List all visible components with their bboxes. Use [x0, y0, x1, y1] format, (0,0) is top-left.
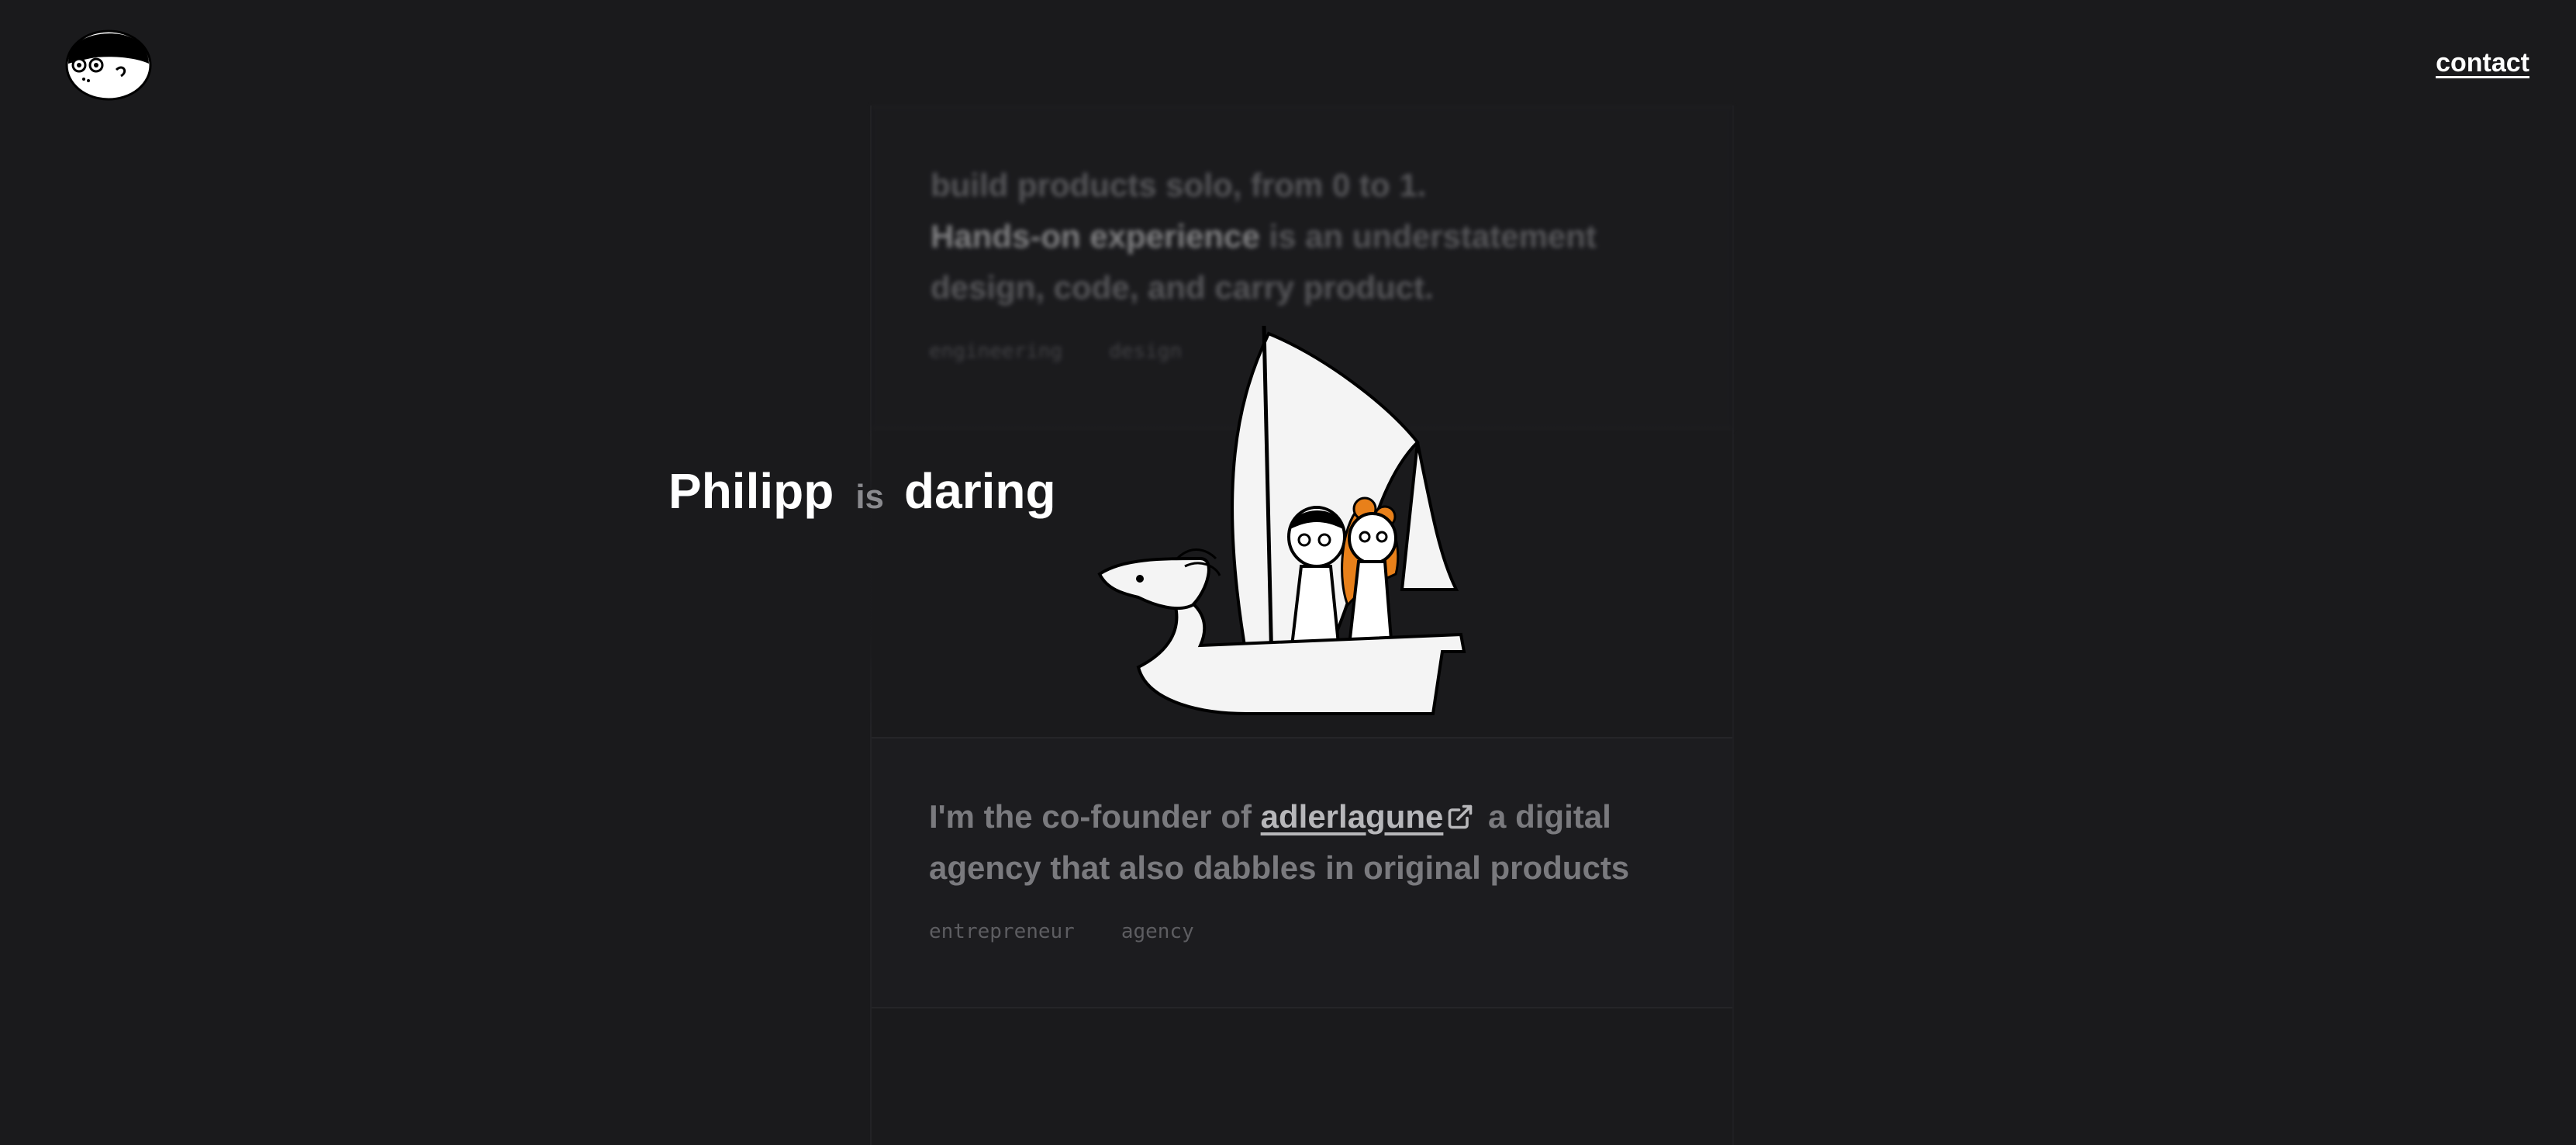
- hero-headline: Philipp is daring: [668, 462, 1056, 520]
- tag-entrepreneur: entrepreneur: [929, 920, 1075, 943]
- logo-avatar-icon[interactable]: [65, 29, 152, 101]
- tag-agency: agency: [1121, 920, 1194, 943]
- hero-adjective: daring: [904, 463, 1056, 519]
- hero-name: Philipp: [668, 463, 834, 519]
- card-agency-tags: entrepreneur agency: [929, 920, 1241, 943]
- card-agency-text: I'm the co-founder of adlerlagune a digi…: [929, 791, 1689, 894]
- viking-boat-illustration-icon: [1097, 326, 1466, 715]
- contact-link[interactable]: contact: [2436, 48, 2529, 78]
- card-skills-text: build products solo, from 0 to 1. Hands-…: [931, 160, 1732, 313]
- hero-verb: is: [855, 478, 885, 516]
- card-skills-strong: Hands-on experience: [931, 218, 1260, 254]
- card-skills-line2: is an understatement: [1259, 218, 1597, 254]
- tag-engineering: engineering: [929, 340, 1063, 363]
- adlerlagune-link[interactable]: adlerlagune: [1261, 798, 1444, 835]
- card-agency: I'm the co-founder of adlerlagune a digi…: [872, 737, 1732, 1008]
- card-skills-line1: build products solo, from 0 to 1.: [931, 167, 1427, 203]
- card-skills-line3: design, code, and carry product.: [931, 269, 1434, 306]
- card-agency-prefix: I'm the co-founder of: [929, 798, 1261, 835]
- external-link-icon[interactable]: [1446, 803, 1474, 831]
